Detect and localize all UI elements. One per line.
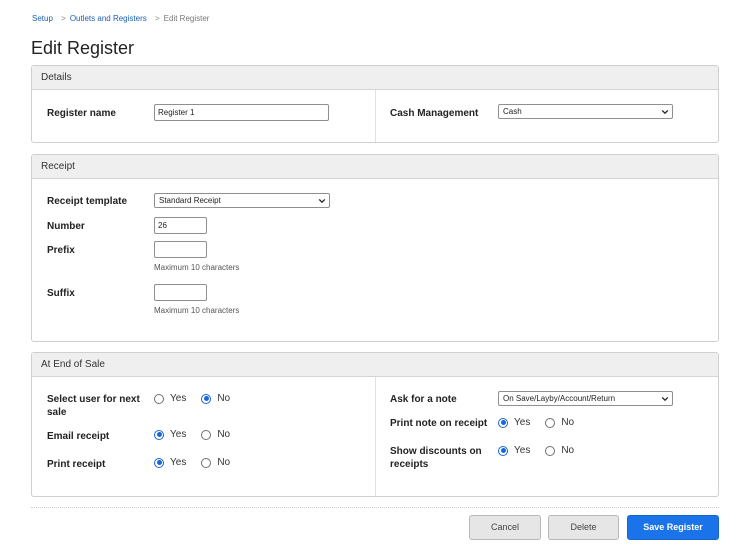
receipt-template-label: Receipt template [47,196,128,207]
show-discounts-no-option[interactable]: No [545,445,574,456]
option-label: Yes [170,429,187,440]
option-label: No [217,457,231,468]
email-receipt-label: Email receipt [47,431,110,442]
option-label: Yes [514,417,531,428]
radio-button[interactable] [154,393,164,404]
prefix-input[interactable] [154,241,207,258]
column-divider [375,377,376,496]
option-label: No [217,429,231,440]
print-note-no-option[interactable]: No [545,417,574,428]
breadcrumb-separator: > [154,14,160,23]
receipt-template-select[interactable]: Standard Receipt [154,193,330,208]
page-title: Edit Register [31,38,135,58]
show-discounts-yes-option[interactable]: Yes [498,445,530,456]
radio-button-selected[interactable] [498,417,508,428]
actions-divider [31,507,719,508]
suffix-hint: Maximum 10 characters [154,306,240,315]
cancel-button[interactable]: Cancel [469,515,541,540]
radio-button[interactable] [545,417,556,428]
email-receipt-yes-option[interactable]: Yes [154,429,186,440]
option-label: No [217,393,231,404]
chevron-down-icon [661,109,669,115]
print-receipt-radio-group: Yes No [154,457,245,468]
option-label: No [561,417,575,428]
breadcrumb: Setup > Outlets and Registers > Edit Regis… [32,14,209,23]
suffix-label: Suffix [47,288,75,299]
register-name-label: Register name [47,108,116,119]
end-of-sale-panel-title: At End of Sale [32,353,718,377]
select-user-yes-option[interactable]: Yes [154,393,186,404]
print-note-radio-group: Yes No [498,417,589,428]
prefix-hint: Maximum 10 characters [154,263,240,272]
option-label: Yes [170,393,187,404]
breadcrumb-outlets-link[interactable]: Outlets and Registers [70,14,147,23]
print-receipt-no-option[interactable]: No [201,457,230,468]
column-divider [375,90,376,142]
select-user-radio-group: Yes No [154,393,245,404]
ask-note-value: On Save/Layby/Account/Return [503,394,616,403]
cash-management-value: Cash [503,107,522,116]
breadcrumb-setup-link[interactable]: Setup [32,14,53,23]
chevron-down-icon [661,396,669,402]
save-register-button[interactable]: Save Register [627,515,719,540]
chevron-down-icon [318,198,326,204]
radio-button[interactable] [545,445,556,456]
print-note-label: Print note on receipt [390,418,488,429]
receipt-panel-title: Receipt [32,155,718,179]
breadcrumb-current: Edit Register [163,14,210,23]
select-user-label: Select user for next sale [47,394,140,418]
radio-button-selected[interactable] [201,393,212,404]
option-label: Yes [514,445,531,456]
print-receipt-yes-option[interactable]: Yes [154,457,186,468]
cash-management-select[interactable]: Cash [498,104,673,119]
radio-button-selected[interactable] [154,429,164,440]
radio-button[interactable] [201,429,212,440]
number-label: Number [47,221,85,232]
end-of-sale-panel: At End of Sale Select user for next sale… [31,352,719,497]
delete-button[interactable]: Delete [548,515,619,540]
prefix-label: Prefix [47,245,75,256]
option-label: Yes [170,457,187,468]
details-panel: Details Register name Cash Management Ca… [31,65,719,143]
radio-button[interactable] [201,457,212,468]
show-discounts-label: Show discounts on receipts [390,446,482,470]
option-label: No [561,445,575,456]
breadcrumb-separator: > [61,14,66,23]
select-user-no-option[interactable]: No [201,393,230,404]
ask-note-label: Ask for a note [390,394,457,405]
radio-button-selected[interactable] [498,445,508,456]
suffix-input[interactable] [154,284,207,301]
number-input[interactable] [154,217,207,234]
email-receipt-radio-group: Yes No [154,429,245,440]
print-receipt-label: Print receipt [47,459,106,470]
ask-note-select[interactable]: On Save/Layby/Account/Return [498,391,673,406]
show-discounts-radio-group: Yes No [498,445,589,456]
register-name-input[interactable] [154,104,329,121]
radio-button-selected[interactable] [154,457,164,468]
details-panel-title: Details [32,66,718,90]
print-note-yes-option[interactable]: Yes [498,417,530,428]
receipt-template-value: Standard Receipt [159,196,221,205]
email-receipt-no-option[interactable]: No [201,429,230,440]
receipt-panel: Receipt Receipt template Standard Receip… [31,154,719,342]
cash-management-label: Cash Management [390,108,479,119]
